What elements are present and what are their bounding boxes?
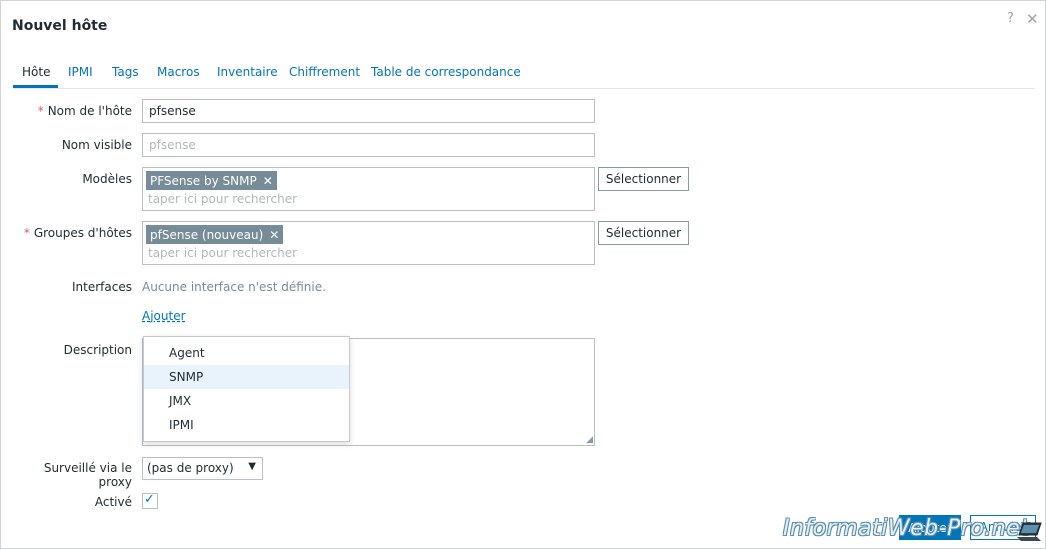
required-marker: * [23,226,30,240]
resize-handle-icon[interactable]: ◢ [586,435,593,445]
host-name-input[interactable]: pfsense [142,99,595,123]
close-icon[interactable]: ✕ [1026,10,1039,28]
remove-chip-icon[interactable]: ✕ [263,174,273,188]
templates-label: Modèles [82,172,132,186]
tab-ipmi[interactable]: IPMI [68,65,93,79]
tab-bar: Hôte IPMI Tags Macros Inventaire Chiffre… [13,59,1035,89]
templates-select-button[interactable]: Sélectionner [598,167,689,191]
enabled-checkbox[interactable]: ✓ [142,492,158,509]
active-tab-indicator [13,85,58,88]
menu-item-ipmi[interactable]: IPMI [144,413,349,437]
help-icon[interactable]: ? [1007,11,1014,26]
interface-type-menu: Agent SNMP JMX IPMI [143,336,350,442]
proxy-select[interactable]: (pas de proxy) ▼ [142,457,263,480]
required-marker: * [37,104,44,118]
new-host-dialog: Nouvel hôte ? ✕ Hôte IPMI Tags Macros In… [0,0,1046,549]
add-interface-link[interactable]: Ajouter [142,309,186,323]
description-label: Description [63,343,132,357]
enabled-label: Activé [94,495,132,509]
host-groups-multiselect[interactable]: pfSense (nouveau) ✕ taper ici pour reche… [142,221,595,265]
menu-item-jmx[interactable]: JMX [144,389,349,413]
tab-macros[interactable]: Macros [157,65,200,79]
template-chip: PFSense by SNMP ✕ [146,171,277,190]
visible-name-input[interactable]: pfsense [142,133,595,157]
visible-name-label: Nom visible [61,138,132,152]
menu-item-snmp[interactable]: SNMP [144,365,349,389]
host-groups-select-button[interactable]: Sélectionner [598,221,689,245]
menu-item-agent[interactable]: Agent [144,341,349,365]
tab-value-mapping[interactable]: Table de correspondance [371,65,521,79]
tab-tags[interactable]: Tags [112,65,139,79]
interfaces-label: Interfaces [72,280,132,294]
tab-host[interactable]: Hôte [22,65,50,79]
proxy-label: Surveillé via le proxy [43,461,132,489]
host-groups-search-input[interactable]: taper ici pour rechercher [148,246,297,260]
chevron-down-icon: ▼ [248,461,256,472]
templates-search-input[interactable]: taper ici pour rechercher [148,192,297,206]
tab-inventory[interactable]: Inventaire [217,65,278,79]
site-watermark: InformatiWeb-Pro.net [783,516,1030,541]
checkmark-icon: ✓ [144,492,155,507]
host-group-chip: pfSense (nouveau) ✕ [146,225,284,244]
laptop-icon [1017,522,1042,541]
templates-multiselect[interactable]: PFSense by SNMP ✕ taper ici pour recherc… [142,167,595,211]
host-name-label: * Nom de l'hôte [37,104,132,118]
tab-encryption[interactable]: Chiffrement [289,65,360,79]
remove-chip-icon[interactable]: ✕ [269,228,279,242]
no-interfaces-text: Aucune interface n'est définie. [142,280,326,294]
dialog-title: Nouvel hôte [12,18,108,34]
host-groups-label: * Groupes d'hôtes [23,226,132,240]
